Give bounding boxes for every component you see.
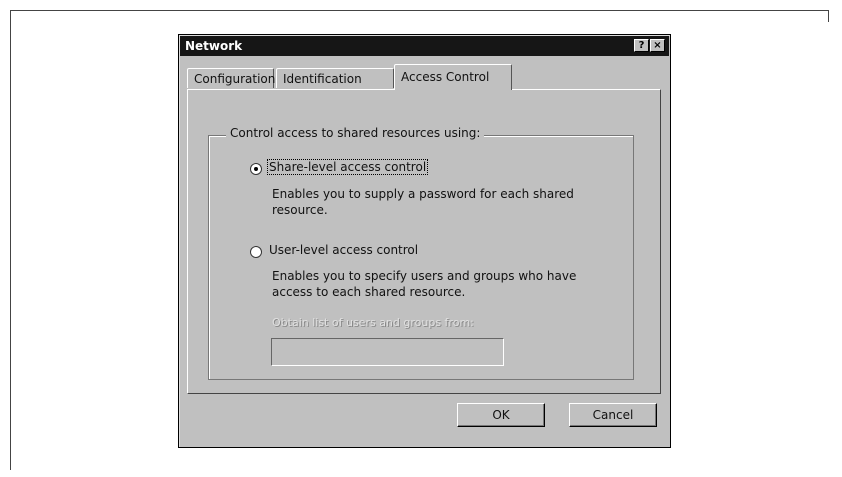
user-level-label[interactable]: User-level access control xyxy=(269,243,418,257)
ok-button[interactable]: OK xyxy=(457,403,545,427)
help-button[interactable]: ? xyxy=(634,39,649,52)
close-icon: × xyxy=(653,40,662,51)
help-icon: ? xyxy=(638,40,645,51)
user-level-description: Enables you to specify users and groups … xyxy=(272,269,577,299)
window-title: Network xyxy=(185,39,243,53)
cancel-button[interactable]: Cancel xyxy=(569,403,657,427)
share-level-description: Enables you to supply a password for eac… xyxy=(272,187,574,217)
share-level-label[interactable]: Share-level access control xyxy=(266,159,429,175)
tab-strip: Configuration Identification Access Cont… xyxy=(187,64,657,90)
tab-access-control[interactable]: Access Control xyxy=(394,64,512,90)
page-frame-right-line xyxy=(828,10,829,22)
obtain-list-label: Obtain list of users and groups from: xyxy=(272,316,474,329)
page-frame-top-line xyxy=(10,10,828,11)
tab-identification[interactable]: Identification xyxy=(276,68,394,88)
close-button[interactable]: × xyxy=(650,39,665,52)
group-legend: Control access to shared resources using… xyxy=(226,126,485,140)
share-level-radio[interactable] xyxy=(250,163,262,175)
page-frame-left-line xyxy=(10,10,11,470)
obtain-list-input[interactable] xyxy=(271,338,504,366)
title-bar: Network ? × xyxy=(180,36,669,56)
user-level-radio[interactable] xyxy=(250,246,262,258)
tab-configuration[interactable]: Configuration xyxy=(187,68,275,88)
